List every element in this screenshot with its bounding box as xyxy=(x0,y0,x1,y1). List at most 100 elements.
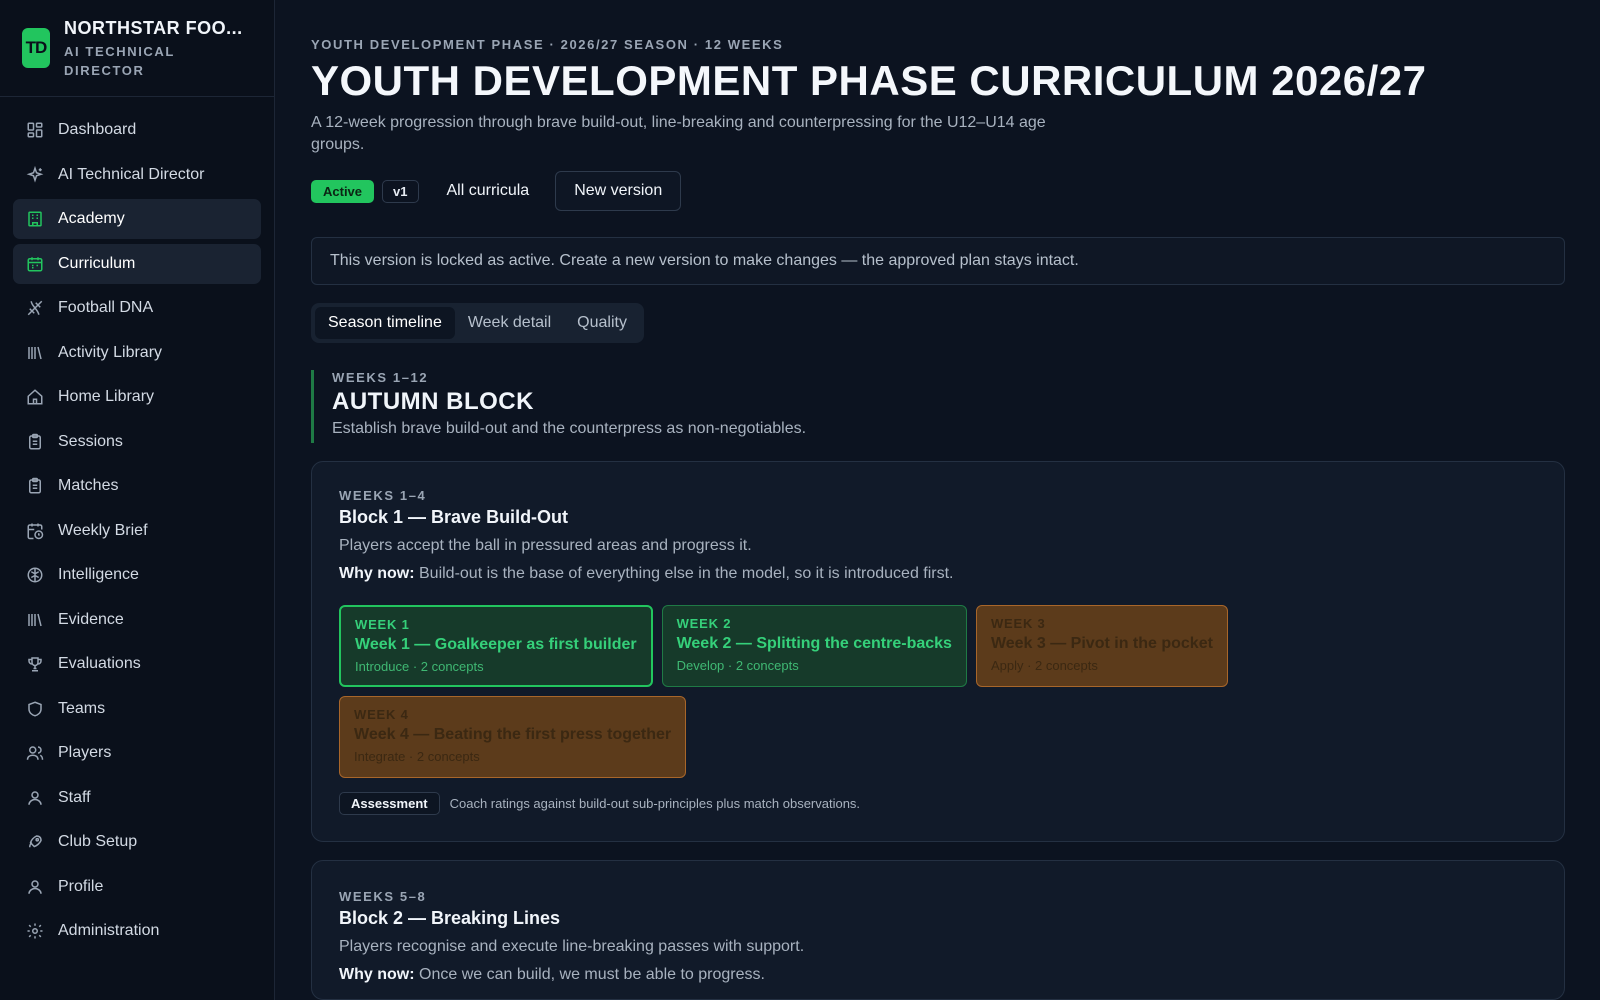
new-version-button[interactable]: New version xyxy=(555,171,682,211)
block-title: Block 2 — Breaking Lines xyxy=(339,908,561,928)
sidebar-item-players[interactable]: Players xyxy=(13,733,261,773)
view-tabs: Season timeline Week detail Quality xyxy=(311,303,644,343)
sidebar-item-label: Dashboard xyxy=(58,121,137,138)
header-actions: Active v1 All curricula New version xyxy=(311,171,1565,211)
sidebar-item-label: Evaluations xyxy=(58,655,141,672)
week-meta: Apply · 2 concepts xyxy=(990,658,1098,673)
sidebar-item-label: Matches xyxy=(58,477,119,494)
why-now-text: Once we can build, we must be able to pr… xyxy=(419,966,765,983)
sidebar-item-intelligence[interactable]: Intelligence xyxy=(13,555,261,595)
sidebar-item-profile[interactable]: Profile xyxy=(13,867,261,907)
sidebar-item-label: Staff xyxy=(58,788,91,806)
sidebar-nav: Dashboard AI Technical Director Academy … xyxy=(0,97,274,969)
dashboard-icon xyxy=(26,121,44,139)
sidebar-item-label: Weekly Brief xyxy=(58,521,148,539)
main-content: YOUTH DEVELOPMENT PHASE · 2026/27 SEASON… xyxy=(311,0,1565,1000)
week-title: Week 3 — Pivot in the pocket xyxy=(990,635,1213,652)
sidebar-item-label: Players xyxy=(58,744,112,761)
sidebar-item-label: Profile xyxy=(58,877,104,895)
sidebar-item-label: Football DNA xyxy=(58,299,154,316)
dna-icon xyxy=(26,299,44,317)
calendar-clock-icon xyxy=(26,522,44,540)
sidebar-item-label: Administration xyxy=(58,922,160,939)
sidebar-item-football-dna[interactable]: Football DNA xyxy=(13,288,261,328)
gear-icon xyxy=(26,922,44,940)
week-meta: Introduce · 2 concepts xyxy=(355,659,484,674)
library-icon xyxy=(26,344,44,362)
sidebar-item-academy[interactable]: Academy xyxy=(13,199,261,239)
sidebar-item-label: Evidence xyxy=(58,610,124,628)
sidebar-item-activity-library[interactable]: Activity Library xyxy=(13,333,261,373)
why-now-label: Why now: xyxy=(339,565,415,582)
sidebar-item-club-setup[interactable]: Club Setup xyxy=(13,822,261,862)
brain-icon xyxy=(26,566,44,584)
all-curricula-button[interactable]: All curricula xyxy=(439,174,538,208)
sidebar-item-label: Intelligence xyxy=(58,566,139,583)
version-badge: v1 xyxy=(382,179,419,203)
assessment-text: Coach ratings against build-out sub-prin… xyxy=(449,796,861,811)
clipboard-icon xyxy=(26,433,44,451)
brand-text: NORTHSTAR FOO... AI TECHNICAL DIRECTOR xyxy=(64,18,250,80)
sidebar-item-label: Activity Library xyxy=(58,343,163,361)
brand-subtitle: AI TECHNICAL DIRECTOR xyxy=(64,44,175,78)
week-card[interactable]: WEEK 4 Week 4 — Beating the first press … xyxy=(339,696,687,778)
block-description: Players recognise and execute line-break… xyxy=(339,938,805,955)
sidebar-item-label: Club Setup xyxy=(58,833,138,850)
week-eyebrow: WEEK 1 xyxy=(355,617,410,632)
week-card[interactable]: WEEK 1 Week 1 — Goalkeeper as first buil… xyxy=(339,605,653,687)
week-title: Week 4 — Beating the first press togethe… xyxy=(354,726,672,743)
page-subtitle: A 12-week progression through brave buil… xyxy=(311,114,1046,153)
block-eyebrow: WEEKS 5–8 xyxy=(339,889,427,904)
sidebar-item-staff[interactable]: Staff xyxy=(13,778,261,818)
sidebar-item-evidence[interactable]: Evidence xyxy=(13,600,261,640)
sidebar-item-label: AI Technical Director xyxy=(58,165,205,183)
tab-week-detail[interactable]: Week detail xyxy=(455,307,564,339)
week-card[interactable]: WEEK 3 Week 3 — Pivot in the pocket Appl… xyxy=(975,605,1228,687)
brand: TD NORTHSTAR FOO... AI TECHNICAL DIRECTO… xyxy=(0,0,274,97)
tab-quality[interactable]: Quality xyxy=(564,307,640,339)
sidebar-item-teams[interactable]: Teams xyxy=(13,689,261,729)
season-eyebrow: WEEKS 1–12 xyxy=(332,370,429,385)
block-description: Players accept the ball in pressured are… xyxy=(339,537,752,554)
building-icon xyxy=(26,210,44,228)
why-now-text: Build-out is the base of everything else… xyxy=(419,565,954,582)
assessment-row: Assessment Coach ratings against build-o… xyxy=(339,792,1537,815)
sidebar-item-home-library[interactable]: Home Library xyxy=(13,377,261,417)
rocket-icon xyxy=(26,833,44,851)
brand-logo[interactable]: TD xyxy=(22,28,50,68)
user-icon xyxy=(26,878,44,896)
block-eyebrow: WEEKS 1–4 xyxy=(339,488,427,503)
brand-name: NORTHSTAR FOO... xyxy=(64,18,243,38)
season-header: WEEKS 1–12 AUTUMN BLOCK Establish brave … xyxy=(311,370,1565,443)
week-title: Week 1 — Goalkeeper as first builder xyxy=(355,636,637,653)
status-badge: Active xyxy=(311,179,375,203)
sidebar-item-evaluations[interactable]: Evaluations xyxy=(13,644,261,684)
sidebar-item-administration[interactable]: Administration xyxy=(13,911,261,951)
page-eyebrow: YOUTH DEVELOPMENT PHASE · 2026/27 SEASON… xyxy=(311,37,784,52)
sidebar-item-sessions[interactable]: Sessions xyxy=(13,422,261,462)
sidebar-item-weekly-brief[interactable]: Weekly Brief xyxy=(13,511,261,551)
sidebar-item-label: Teams xyxy=(58,699,106,717)
week-card[interactable]: WEEK 2 Week 2 — Splitting the centre-bac… xyxy=(661,605,967,687)
block-why-now: Why now: Once we can build, we must be a… xyxy=(339,966,1537,984)
home-icon xyxy=(26,388,44,406)
week-eyebrow: WEEK 4 xyxy=(354,707,409,722)
week-eyebrow: WEEK 3 xyxy=(990,616,1046,631)
block-why-now: Why now: Build-out is the base of everyt… xyxy=(339,565,1537,583)
sidebar-item-dashboard[interactable]: Dashboard xyxy=(13,110,261,150)
week-meta: Integrate · 2 concepts xyxy=(354,749,480,764)
sparkles-icon xyxy=(26,165,44,184)
week-list: WEEK 1 Week 1 — Goalkeeper as first buil… xyxy=(339,605,1239,787)
sidebar-item-matches[interactable]: Matches xyxy=(13,466,261,506)
assessment-badge: Assessment xyxy=(339,792,440,815)
sidebar-item-label: Sessions xyxy=(58,432,123,450)
week-eyebrow: WEEK 2 xyxy=(676,616,732,631)
sidebar-item-curriculum[interactable]: Curriculum xyxy=(13,243,261,284)
sidebar-item-label: Academy xyxy=(58,210,125,227)
tab-season-timeline[interactable]: Season timeline xyxy=(315,307,455,339)
sidebar: TD NORTHSTAR FOO... AI TECHNICAL DIRECTO… xyxy=(0,0,275,1000)
trophy-icon xyxy=(26,655,44,673)
sidebar-item-ai-technical-director[interactable]: AI Technical Director xyxy=(13,155,261,195)
shield-icon xyxy=(26,700,44,718)
page-title: YOUTH DEVELOPMENT PHASE CURRICULUM 2026/… xyxy=(311,57,1427,104)
